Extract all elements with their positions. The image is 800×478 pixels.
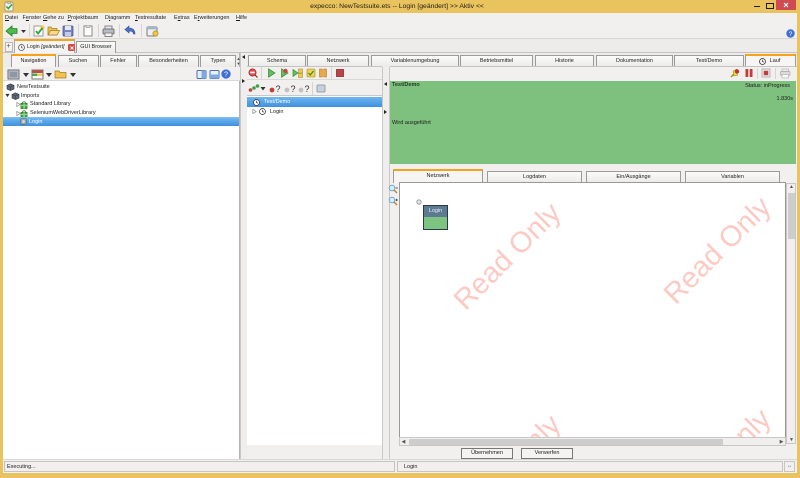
svg-text:?: ? [291, 84, 296, 94]
svg-text:?: ? [276, 84, 281, 94]
svg-text:?: ? [789, 31, 793, 38]
svg-text:?: ? [305, 84, 310, 94]
svg-text:?: ? [224, 70, 228, 79]
